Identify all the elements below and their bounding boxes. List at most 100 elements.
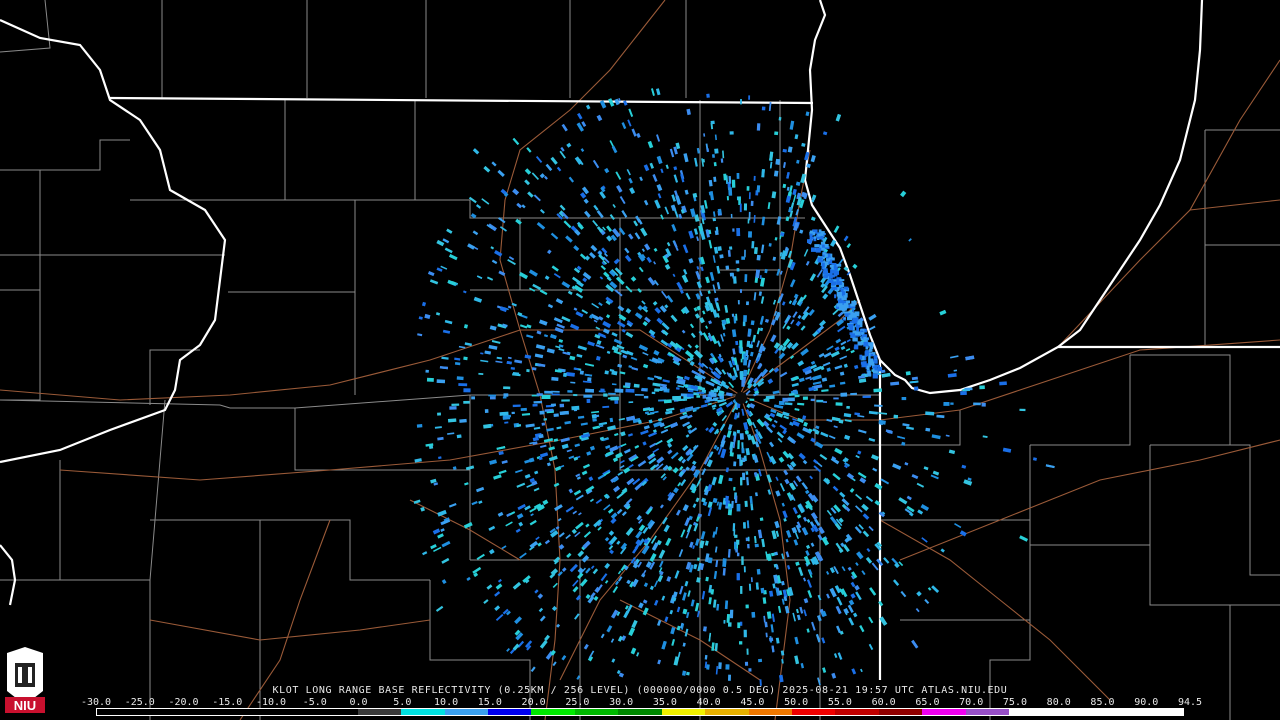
echo-speckle bbox=[520, 407, 527, 412]
scale-label: -20.0 bbox=[168, 697, 199, 708]
echo-speckle bbox=[624, 382, 631, 387]
scale-swatch bbox=[618, 709, 662, 715]
echo-speckle bbox=[750, 577, 753, 583]
echo-speckle bbox=[503, 386, 511, 390]
echo-speckle bbox=[532, 403, 538, 407]
echo-speckle bbox=[819, 245, 822, 248]
scale-swatch bbox=[140, 709, 184, 715]
echo-speckle bbox=[743, 566, 746, 573]
echo-speckle bbox=[864, 351, 869, 357]
echo-speckle bbox=[751, 611, 756, 618]
echo-speckle bbox=[711, 154, 715, 158]
echo-speckle bbox=[563, 372, 567, 377]
echo-speckle bbox=[526, 369, 530, 373]
echo-speckle bbox=[841, 297, 847, 301]
echo-speckle bbox=[726, 195, 729, 201]
echo-speckle bbox=[834, 272, 838, 277]
scale-label: 80.0 bbox=[1046, 697, 1071, 708]
echo-speckle bbox=[839, 279, 845, 282]
echo-speckle bbox=[451, 403, 460, 406]
scale-swatch bbox=[1096, 709, 1140, 715]
echo-speckle bbox=[818, 258, 822, 263]
echo-speckle bbox=[735, 340, 739, 346]
scale-swatch bbox=[574, 709, 619, 715]
radar-site-marker bbox=[735, 392, 747, 404]
echo-speckle bbox=[502, 415, 511, 420]
echo-speckle bbox=[740, 358, 743, 363]
echo-speckle bbox=[551, 376, 559, 381]
echo-speckle bbox=[718, 392, 724, 397]
echo-speckle bbox=[728, 175, 732, 184]
echo-speckle bbox=[672, 395, 682, 401]
echo-speckle bbox=[859, 354, 863, 360]
echo-speckle bbox=[760, 587, 765, 594]
echo-speckle bbox=[860, 342, 864, 345]
echo-speckle bbox=[739, 340, 743, 348]
echo-speckle bbox=[825, 261, 828, 266]
echo-speckle bbox=[855, 331, 861, 336]
echo-speckle bbox=[541, 395, 551, 399]
echo-speckle bbox=[822, 248, 826, 251]
echo-speckle bbox=[703, 626, 707, 632]
echo-speckle bbox=[728, 477, 733, 482]
echo-speckle bbox=[999, 381, 1007, 386]
echo-speckle bbox=[925, 411, 935, 416]
echo-speckle bbox=[866, 365, 870, 371]
echo-speckle bbox=[774, 131, 779, 136]
echo-speckle bbox=[816, 236, 821, 239]
echo-speckle bbox=[561, 399, 570, 402]
echo-speckle bbox=[742, 472, 746, 481]
echo-speckle bbox=[600, 388, 605, 393]
echo-speckle bbox=[463, 356, 468, 361]
echo-speckle bbox=[499, 411, 509, 416]
echo-speckle bbox=[981, 402, 986, 407]
echo-speckle bbox=[866, 373, 872, 377]
echo-speckle bbox=[447, 418, 457, 423]
echo-speckle bbox=[768, 637, 774, 642]
echo-speckle bbox=[714, 148, 719, 154]
scale-label: 0.0 bbox=[349, 697, 368, 708]
echo-speckle bbox=[437, 412, 442, 416]
echo-speckle bbox=[742, 321, 746, 327]
scale-swatch bbox=[878, 709, 923, 715]
echo-speckle bbox=[585, 388, 594, 393]
echo-speckle bbox=[743, 629, 747, 638]
echo-speckle bbox=[543, 418, 547, 421]
echo-speckle bbox=[830, 275, 833, 279]
echo-speckle bbox=[833, 397, 839, 400]
scale-label: 40.0 bbox=[696, 697, 721, 708]
echo-speckle bbox=[950, 402, 954, 405]
echo-speckle bbox=[717, 246, 722, 251]
echo-speckle bbox=[816, 399, 824, 403]
echo-speckle bbox=[614, 400, 619, 404]
scale-swatch bbox=[1139, 709, 1183, 715]
echo-speckle bbox=[706, 664, 710, 670]
echo-speckle bbox=[648, 407, 655, 412]
echo-speckle bbox=[651, 391, 656, 395]
echo-speckle bbox=[634, 394, 644, 396]
echo-speckle bbox=[710, 392, 717, 397]
echo-speckle bbox=[531, 367, 537, 371]
echo-speckle bbox=[873, 355, 878, 360]
scale-swatch bbox=[183, 709, 228, 715]
scale-label: 65.0 bbox=[915, 697, 940, 708]
echo-speckle bbox=[748, 95, 751, 100]
scale-label: 35.0 bbox=[652, 697, 677, 708]
echo-speckle bbox=[840, 392, 848, 397]
echo-speckle bbox=[836, 282, 842, 285]
echo-speckle bbox=[733, 486, 736, 491]
echo-speckle bbox=[726, 614, 730, 623]
echo-speckle bbox=[459, 418, 467, 423]
echo-speckle bbox=[748, 329, 752, 336]
echo-speckle bbox=[743, 522, 746, 529]
echo-speckle bbox=[870, 344, 874, 349]
scale-swatch bbox=[1009, 709, 1053, 715]
echo-speckle bbox=[839, 295, 842, 299]
echo-speckle bbox=[746, 648, 749, 655]
echo-speckle bbox=[511, 411, 515, 415]
echo-speckle bbox=[731, 179, 736, 188]
echo-speckle bbox=[713, 162, 717, 167]
echo-speckle bbox=[736, 268, 740, 272]
echo-speckle bbox=[741, 256, 745, 260]
echo-speckle bbox=[833, 265, 837, 269]
